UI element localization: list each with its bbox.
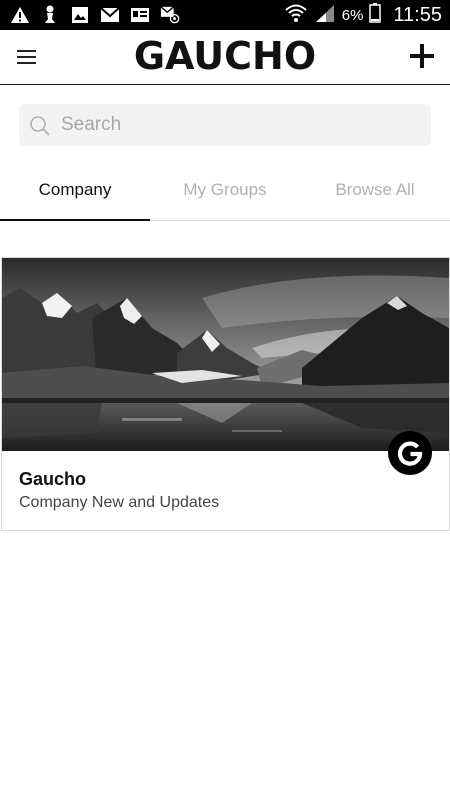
signal-icon	[314, 3, 336, 28]
warning-icon	[10, 5, 30, 25]
gmail-icon	[100, 5, 120, 25]
search-input[interactable]	[61, 104, 421, 146]
tab-my-groups[interactable]: My Groups	[150, 160, 300, 220]
battery-icon	[369, 2, 382, 28]
system-icons: 6% 11:55	[284, 0, 442, 30]
battery-percent: 6%	[341, 6, 364, 24]
status-bar: 6% 11:55	[0, 0, 450, 30]
card-title: Gaucho	[19, 469, 87, 489]
card-subtitle: Company New and Updates	[19, 494, 220, 511]
mountain-lake-photo	[2, 258, 449, 451]
app-bar: GAUCHO	[0, 30, 450, 85]
wifi-icon	[284, 3, 308, 28]
search-bar[interactable]	[19, 104, 431, 146]
search-icon	[28, 114, 52, 143]
g-badge-icon	[388, 431, 432, 475]
clock: 11:55	[393, 3, 442, 26]
id-card-icon	[130, 5, 150, 25]
hamburger-menu-icon[interactable]	[12, 43, 42, 71]
tab-company[interactable]: Company	[0, 160, 150, 221]
group-card[interactable]: Gaucho Company New and Updates	[1, 257, 450, 531]
notification-icons	[10, 5, 180, 25]
image-icon	[70, 5, 90, 25]
tab-bar: Company My Groups Browse All	[0, 160, 450, 221]
plus-icon[interactable]	[408, 42, 436, 70]
tab-browse-all[interactable]: Browse All	[300, 160, 450, 220]
chess-pawn-icon	[40, 5, 60, 25]
email-at-icon	[160, 5, 180, 25]
app-logo: GAUCHO	[133, 34, 317, 78]
